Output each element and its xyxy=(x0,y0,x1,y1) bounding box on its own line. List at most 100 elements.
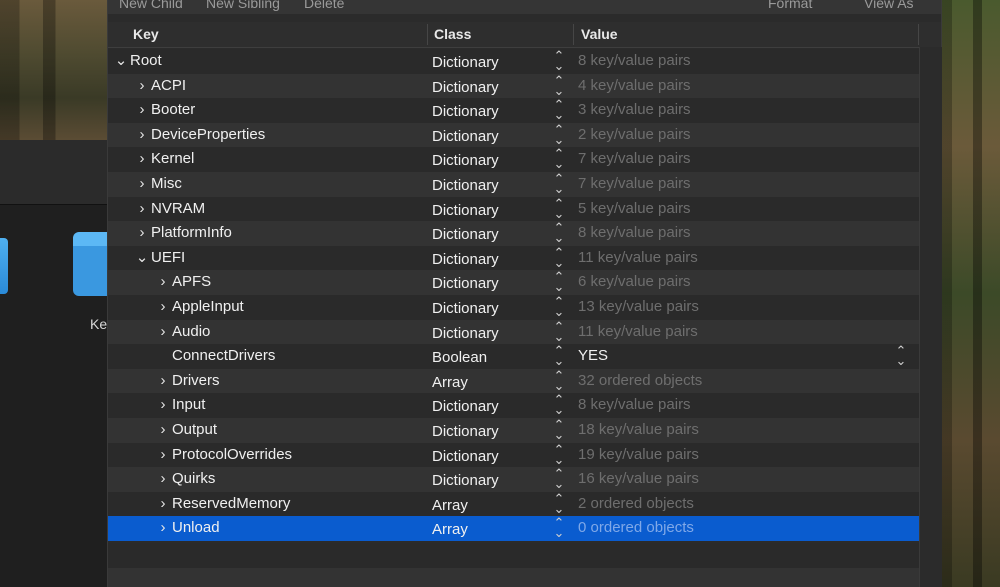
value-column-header[interactable]: Value xyxy=(581,26,618,42)
table-row[interactable]: › AppleInput Dictionary ⌃ ⌄ 13 key/value pair… xyxy=(108,294,919,320)
table-row[interactable]: › Misc Dictionary ⌃ ⌄ 7 key/value pairs xyxy=(108,171,919,197)
row-key[interactable]: Booter xyxy=(151,101,195,118)
disclosure-expanded-icon[interactable]: ⌄ xyxy=(114,49,128,73)
class-popup-stepper-icon[interactable]: ⌃ ⌄ xyxy=(552,443,566,466)
row-class[interactable]: Dictionary xyxy=(432,275,499,292)
row-key[interactable]: DeviceProperties xyxy=(151,126,265,143)
disclosure-collapsed-icon[interactable]: › xyxy=(135,98,149,122)
row-key[interactable]: ConnectDrivers xyxy=(172,347,275,364)
format-button[interactable]: Format xyxy=(768,0,812,11)
row-class[interactable]: Dictionary xyxy=(432,226,499,243)
disclosure-collapsed-icon[interactable]: › xyxy=(156,320,170,344)
row-value[interactable]: 13 key/value pairs xyxy=(578,298,699,315)
table-row[interactable]: › ACPI Dictionary ⌃ ⌄ 4 key/value pairs xyxy=(108,73,919,99)
class-popup-stepper-icon[interactable]: ⌃ ⌄ xyxy=(552,393,566,416)
disclosure-collapsed-icon[interactable]: › xyxy=(135,74,149,98)
row-value[interactable]: 7 key/value pairs xyxy=(578,175,691,192)
row-value[interactable]: 0 ordered objects xyxy=(578,519,694,536)
row-class[interactable]: Array xyxy=(432,374,468,391)
row-value[interactable]: 4 key/value pairs xyxy=(578,77,691,94)
row-value[interactable]: 11 key/value pairs xyxy=(578,249,698,266)
disclosure-collapsed-icon[interactable]: › xyxy=(135,123,149,147)
column-divider[interactable] xyxy=(918,24,919,45)
folder-icon[interactable] xyxy=(0,238,8,294)
row-class[interactable]: Dictionary xyxy=(432,79,499,96)
row-class[interactable]: Dictionary xyxy=(432,300,499,317)
row-class[interactable]: Dictionary xyxy=(432,202,499,219)
row-value[interactable]: 19 key/value pairs xyxy=(578,446,699,463)
view-as-button[interactable]: View As xyxy=(864,0,914,11)
table-row[interactable]: › Output Dictionary ⌃ ⌄ 18 key/value pairs xyxy=(108,417,919,443)
disclosure-collapsed-icon[interactable]: › xyxy=(156,369,170,393)
row-key[interactable]: UEFI xyxy=(151,249,185,266)
row-value[interactable]: 3 key/value pairs xyxy=(578,101,691,118)
row-class[interactable]: Dictionary xyxy=(432,448,499,465)
table-row[interactable]: › Audio Dictionary ⌃ ⌄ 11 key/value pairs xyxy=(108,319,919,345)
disclosure-collapsed-icon[interactable]: › xyxy=(156,492,170,516)
table-row[interactable]: ⌄ UEFI Dictionary ⌃ ⌄ 11 key/value pairs xyxy=(108,245,919,271)
class-popup-stepper-icon[interactable]: ⌃ ⌄ xyxy=(552,74,566,97)
table-row[interactable]: › ProtocolOverrides Dictionary ⌃ ⌄ 19 key/val… xyxy=(108,442,919,468)
row-key[interactable]: PlatformInfo xyxy=(151,224,232,241)
table-row[interactable]: › Quirks Dictionary ⌃ ⌄ 16 key/value pairs xyxy=(108,467,919,492)
disclosure-collapsed-icon[interactable]: › xyxy=(156,467,170,491)
value-popup-stepper-icon[interactable]: ⌃ ⌄ xyxy=(894,344,908,367)
row-key[interactable]: ReservedMemory xyxy=(172,495,290,512)
row-key[interactable]: ACPI xyxy=(151,77,186,94)
row-class[interactable]: Dictionary xyxy=(432,472,499,489)
table-row[interactable]: › DeviceProperties Dictionary ⌃ ⌄ 2 key/value… xyxy=(108,122,919,148)
class-popup-stepper-icon[interactable]: ⌃ ⌄ xyxy=(552,246,566,269)
table-row[interactable]: ConnectDrivers Boolean ⌃ ⌄ YES ⌃ ⌄ xyxy=(108,344,919,369)
row-value[interactable]: 2 key/value pairs xyxy=(578,126,691,143)
row-key[interactable]: Root xyxy=(130,52,162,69)
disclosure-collapsed-icon[interactable]: › xyxy=(156,418,170,442)
delete-button[interactable]: Delete xyxy=(304,0,344,11)
row-class[interactable]: Dictionary xyxy=(432,103,499,120)
disclosure-collapsed-icon[interactable]: › xyxy=(135,197,149,221)
row-key[interactable]: Misc xyxy=(151,175,182,192)
row-class[interactable]: Dictionary xyxy=(432,54,499,71)
class-popup-stepper-icon[interactable]: ⌃ ⌄ xyxy=(552,49,566,72)
row-key[interactable]: Input xyxy=(172,396,205,413)
row-value[interactable]: 32 ordered objects xyxy=(578,372,702,389)
class-popup-stepper-icon[interactable]: ⌃ ⌄ xyxy=(552,418,566,441)
row-class[interactable]: Array xyxy=(432,521,468,538)
class-popup-stepper-icon[interactable]: ⌃ ⌄ xyxy=(552,98,566,121)
class-column-header[interactable]: Class xyxy=(434,26,471,42)
row-class[interactable]: Dictionary xyxy=(432,152,499,169)
row-key[interactable]: Drivers xyxy=(172,372,220,389)
class-popup-stepper-icon[interactable]: ⌃ ⌄ xyxy=(552,197,566,220)
key-column-header[interactable]: Key xyxy=(133,26,159,42)
row-key[interactable]: APFS xyxy=(172,273,211,290)
table-row[interactable]: › APFS Dictionary ⌃ ⌄ 6 key/value pairs xyxy=(108,270,919,295)
table-row[interactable]: › Input Dictionary ⌃ ⌄ 8 key/value pairs xyxy=(108,393,919,418)
table-row[interactable]: › Unload Array ⌃ ⌄ 0 ordered objects xyxy=(108,516,919,541)
row-value[interactable]: 7 key/value pairs xyxy=(578,150,691,167)
disclosure-expanded-icon[interactable]: ⌄ xyxy=(135,246,149,270)
row-key[interactable]: NVRAM xyxy=(151,200,205,217)
table-row[interactable]: › NVRAM Dictionary ⌃ ⌄ 5 key/value pairs xyxy=(108,196,919,222)
class-popup-stepper-icon[interactable]: ⌃ ⌄ xyxy=(552,295,566,318)
class-popup-stepper-icon[interactable]: ⌃ ⌄ xyxy=(552,467,566,490)
new-child-button[interactable]: New Child xyxy=(119,0,183,11)
class-popup-stepper-icon[interactable]: ⌃ ⌄ xyxy=(552,221,566,244)
row-value[interactable]: 18 key/value pairs xyxy=(578,421,699,438)
row-key[interactable]: Unload xyxy=(172,519,220,536)
row-class[interactable]: Dictionary xyxy=(432,128,499,145)
row-value[interactable]: 8 key/value pairs xyxy=(578,224,691,241)
table-row[interactable]: › Kernel Dictionary ⌃ ⌄ 7 key/value pairs xyxy=(108,147,919,172)
table-row[interactable]: ⌄ Root Dictionary ⌃ ⌄ 8 key/value pairs xyxy=(108,49,919,74)
row-key[interactable]: Audio xyxy=(172,323,210,340)
column-divider[interactable] xyxy=(427,24,428,45)
class-popup-stepper-icon[interactable]: ⌃ ⌄ xyxy=(552,516,566,539)
row-class[interactable]: Dictionary xyxy=(432,325,499,342)
row-class[interactable]: Dictionary xyxy=(432,251,499,268)
class-popup-stepper-icon[interactable]: ⌃ ⌄ xyxy=(552,270,566,293)
class-popup-stepper-icon[interactable]: ⌃ ⌄ xyxy=(552,123,566,146)
row-key[interactable]: Output xyxy=(172,421,217,438)
row-key[interactable]: Quirks xyxy=(172,470,215,487)
row-value[interactable]: 11 key/value pairs xyxy=(578,323,698,340)
vertical-scrollbar[interactable] xyxy=(919,47,942,587)
class-popup-stepper-icon[interactable]: ⌃ ⌄ xyxy=(552,344,566,367)
row-value[interactable]: 8 key/value pairs xyxy=(578,396,691,413)
